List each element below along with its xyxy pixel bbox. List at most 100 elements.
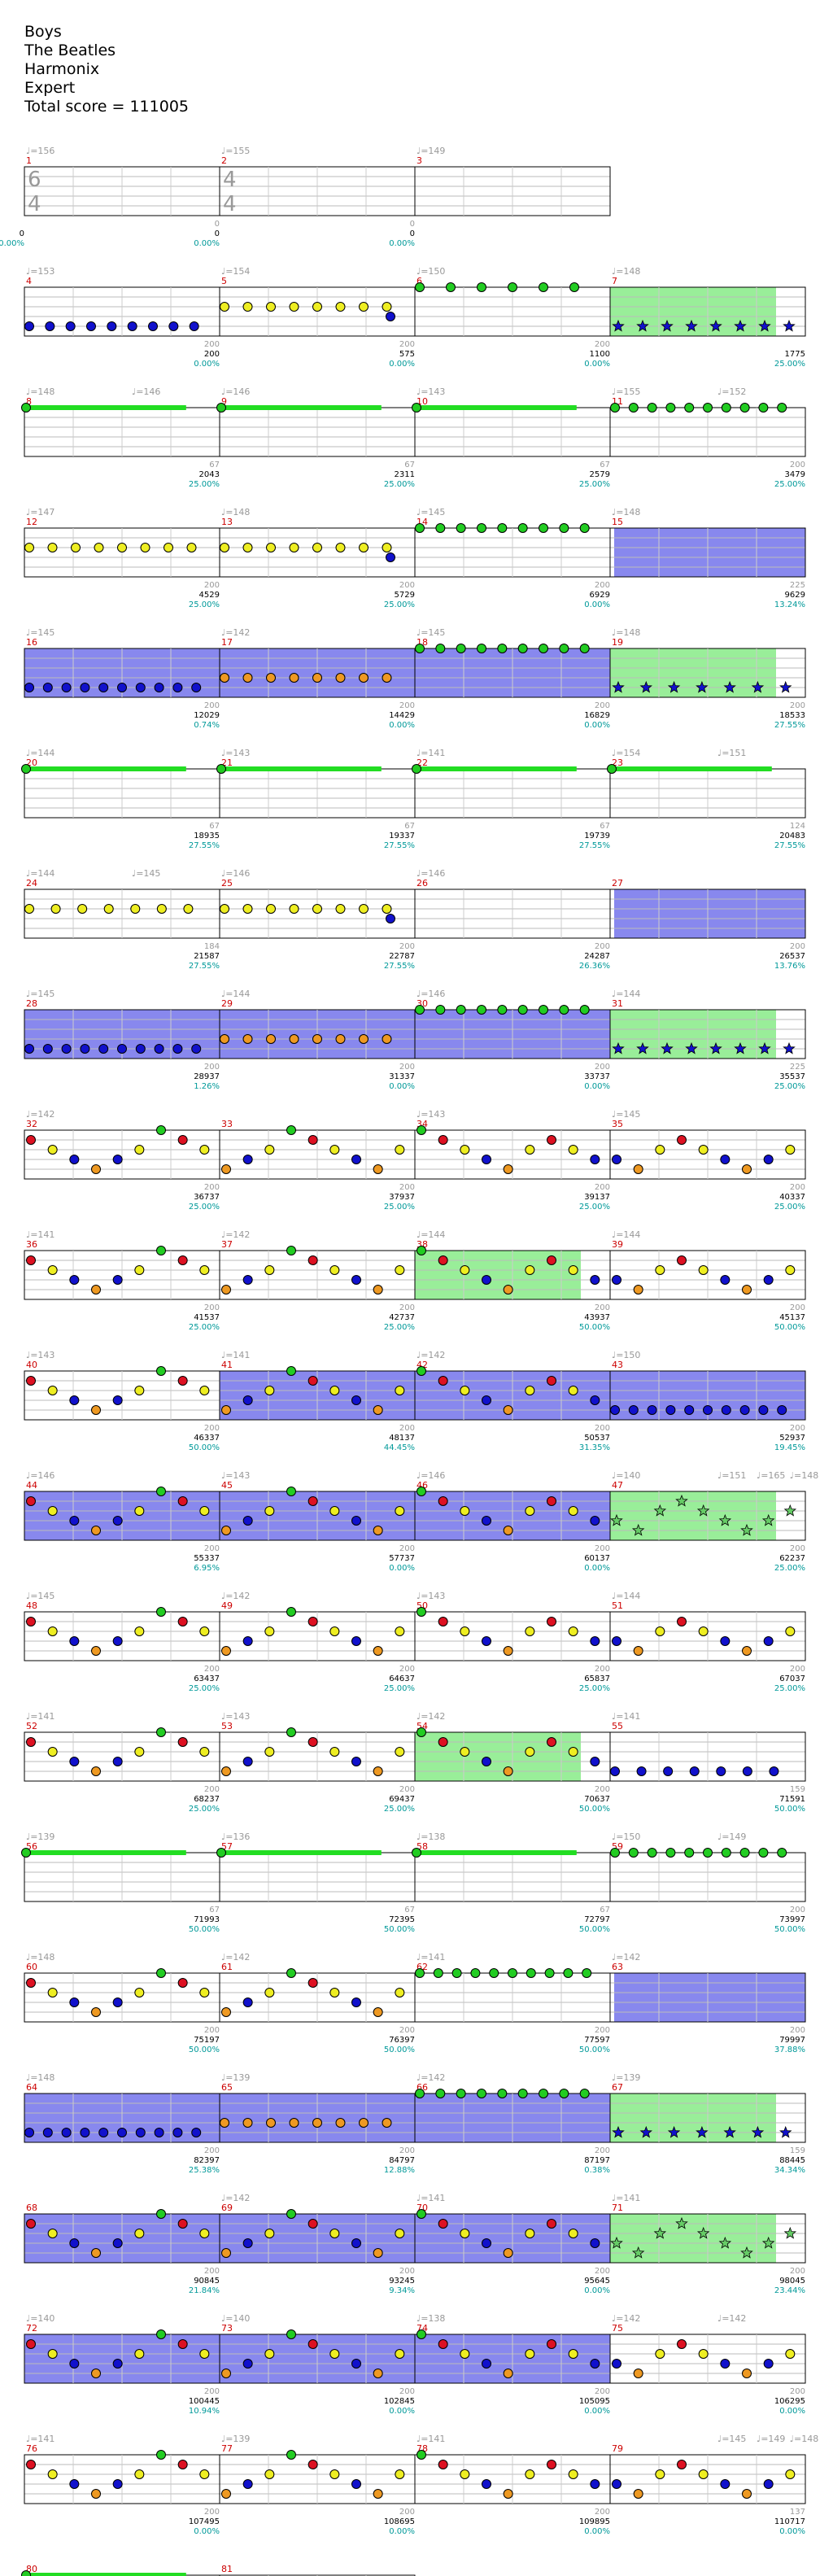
measure-base-score: 200 <box>399 701 415 710</box>
note-gem <box>69 1395 80 1405</box>
note-gem <box>199 1265 210 1275</box>
measure-base-score: 200 <box>399 581 415 590</box>
measure-number: 15 <box>612 517 623 527</box>
note-gem <box>415 2089 425 2098</box>
note-gem <box>435 1005 446 1015</box>
measure-number: 49 <box>221 1600 233 1611</box>
bpm-marker: ♩=144 <box>26 748 55 758</box>
note-gem <box>655 2349 665 2359</box>
note-gem <box>91 1405 101 1415</box>
running-score: 0 <box>410 229 415 238</box>
overdrive-percent: 25.00% <box>774 1203 805 1212</box>
note-gem <box>590 1155 600 1164</box>
running-score: 575 <box>399 350 415 359</box>
note-gem <box>435 644 446 653</box>
note-gem <box>177 2339 188 2349</box>
overdrive-percent: 12.88% <box>384 2166 415 2175</box>
note-gem <box>769 1766 779 1776</box>
bpm-marker: ♩=145 <box>26 627 55 638</box>
running-score: 24287 <box>584 952 610 961</box>
note-gem <box>307 1255 318 1265</box>
note-gem <box>307 1617 318 1626</box>
bpm-marker: ♩=146 <box>416 989 445 999</box>
note-gem <box>312 543 322 552</box>
running-score: 41537 <box>194 1313 220 1322</box>
bpm-marker: ♩=138 <box>416 2313 445 2324</box>
note-gem <box>329 1145 340 1155</box>
note-gem <box>21 1848 31 1858</box>
measure-base-score: 200 <box>595 340 610 349</box>
note-gem <box>579 523 590 533</box>
running-score: 37937 <box>389 1193 415 1202</box>
note-gem <box>24 683 34 692</box>
running-score: 60137 <box>584 1554 610 1563</box>
note-gem <box>612 1155 621 1164</box>
note-gem <box>438 1135 448 1145</box>
note-gem <box>590 2479 600 2489</box>
note-gem <box>94 543 104 552</box>
note-gem <box>103 904 114 914</box>
overdrive-percent: 25.00% <box>384 1805 415 1814</box>
note-gem <box>590 2359 600 2369</box>
note-gem <box>351 1757 361 1766</box>
note-gem <box>335 543 346 552</box>
note-gem <box>612 2479 621 2489</box>
note-gem <box>579 1005 590 1015</box>
note-gem <box>286 2450 296 2460</box>
bpm-marker: ♩=145 <box>612 1109 640 1120</box>
note-gem <box>134 2349 145 2359</box>
measure-number: 44 <box>26 1480 37 1491</box>
note-gem <box>168 321 179 331</box>
note-gem <box>86 321 96 331</box>
running-score: 31337 <box>389 1072 415 1081</box>
bpm-marker: ♩=143 <box>221 748 250 758</box>
running-score: 69437 <box>389 1795 415 1804</box>
note-gem <box>547 1255 556 1265</box>
note-gem <box>517 1005 528 1015</box>
measure-number: 67 <box>612 2082 623 2093</box>
running-score: 95645 <box>584 2277 610 2286</box>
sustain-tail <box>221 405 382 410</box>
note-gem <box>199 1626 210 1636</box>
overdrive-percent: 44.45% <box>384 1443 415 1452</box>
note-gem <box>720 1275 731 1285</box>
running-score: 110717 <box>774 2517 805 2526</box>
measure-number: 28 <box>26 998 37 1009</box>
running-score: 67037 <box>779 1674 805 1683</box>
bpm-marker: ♩=146 <box>416 868 445 879</box>
note-gem <box>590 1395 600 1405</box>
note-gem <box>91 1164 101 1174</box>
note-gem <box>134 2469 145 2479</box>
note-gem <box>382 904 392 914</box>
note-gem <box>242 1757 253 1766</box>
note-gem <box>456 2089 466 2098</box>
note-gem <box>785 1265 796 1275</box>
overdrive-percent: 0.00% <box>779 2527 805 2536</box>
note-gem <box>610 403 620 413</box>
bpm-marker: ♩=148 <box>612 507 640 517</box>
measure-base-score: 67 <box>404 822 415 831</box>
note-gem <box>373 1405 383 1415</box>
note-gem <box>221 1285 231 1295</box>
overdrive-percent: 25.00% <box>774 1564 805 1573</box>
overdrive-percent: 10.94% <box>189 2407 220 2416</box>
running-score: 90845 <box>194 2277 220 2286</box>
note-gem <box>777 1405 787 1415</box>
overdrive-percent: 0.00% <box>389 360 415 369</box>
note-gem <box>416 1487 426 1496</box>
running-score: 5729 <box>395 591 415 600</box>
measure-number: 69 <box>221 2203 233 2213</box>
note-gem <box>742 1766 752 1776</box>
note-gem <box>177 1376 188 1386</box>
note-gem <box>503 2248 513 2258</box>
note-gem <box>177 1496 188 1506</box>
note-gem <box>460 1506 470 1516</box>
measure-base-score: 200 <box>790 2387 805 2396</box>
note-gem <box>65 321 76 331</box>
measure-base-score: 200 <box>790 1665 805 1674</box>
measure-base-score: 200 <box>399 2508 415 2517</box>
note-gem <box>742 2489 752 2499</box>
bpm-marker: ♩=148 <box>790 1470 818 1481</box>
note-gem <box>539 644 548 653</box>
measure-base-score: 137 <box>790 2508 805 2517</box>
